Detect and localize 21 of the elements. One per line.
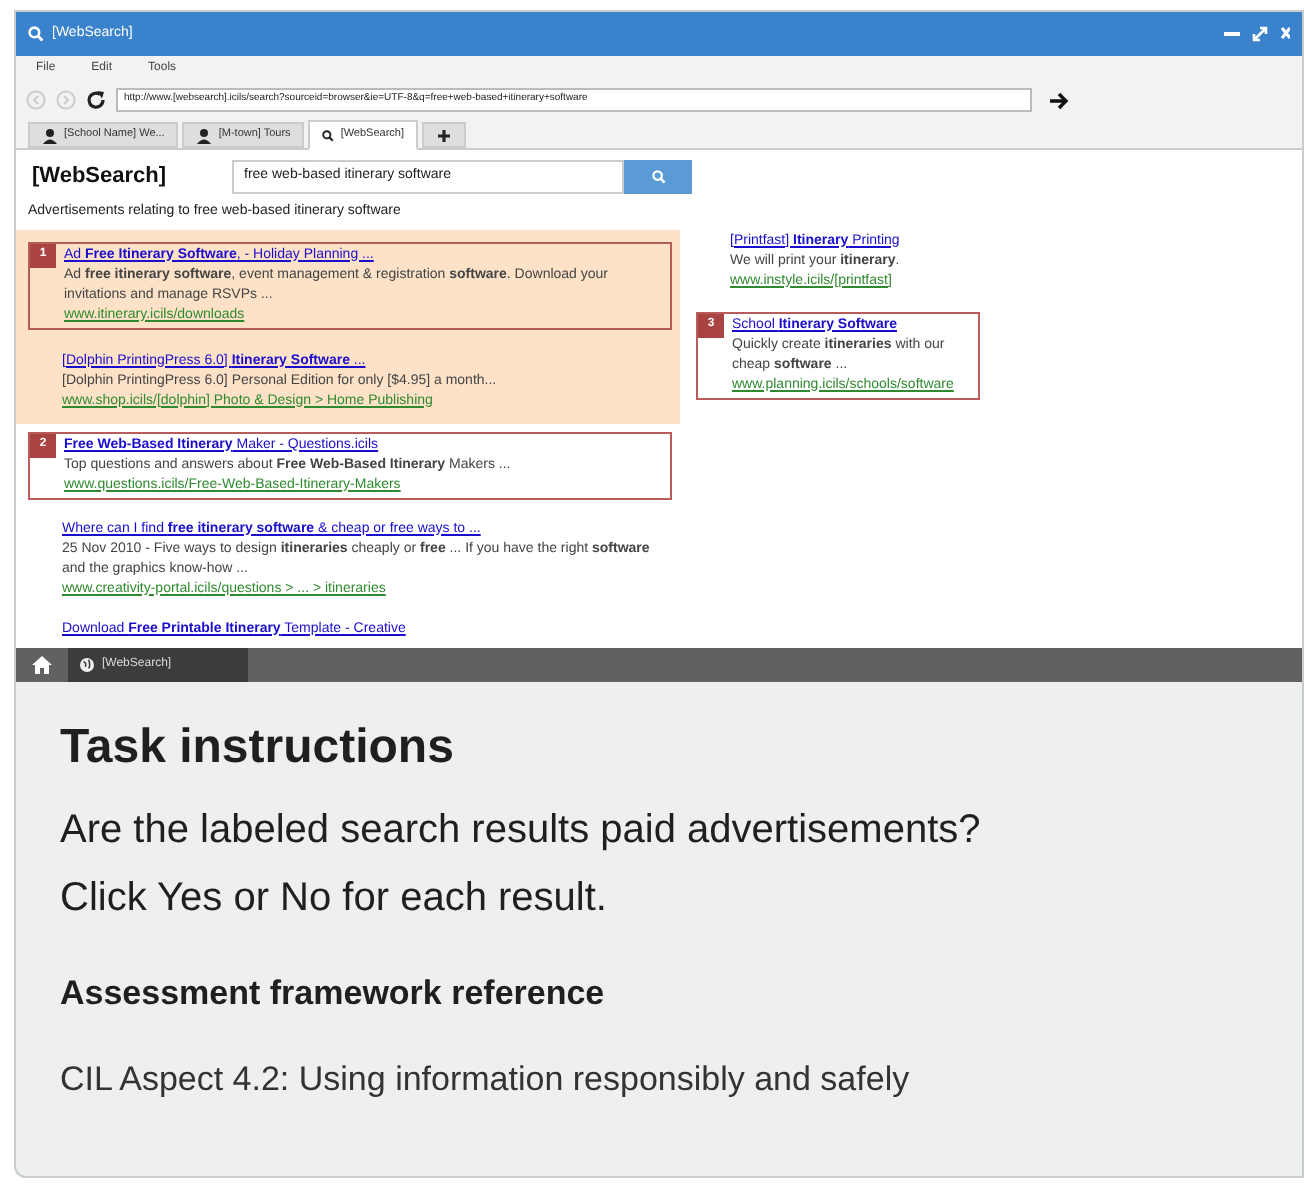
- go-arrow-icon[interactable]: [1050, 91, 1070, 109]
- reload-icon[interactable]: [86, 90, 106, 110]
- search-icon: [651, 170, 665, 184]
- instruction-text: Click Yes or No for each result.: [60, 874, 609, 924]
- minimize-icon[interactable]: [1224, 26, 1240, 42]
- task-heading: Task instructions: [60, 718, 456, 778]
- home-icon[interactable]: [32, 656, 52, 674]
- site-logo: [WebSearch]: [32, 162, 169, 193]
- maximize-icon[interactable]: [1252, 26, 1268, 42]
- search-icon: [322, 129, 335, 141]
- person-icon: [196, 127, 213, 143]
- instruction-text: Are the labeled search results paid advertisements?: [60, 806, 983, 856]
- globe-icon: [80, 658, 94, 672]
- person-icon: [42, 127, 58, 143]
- search-button[interactable]: [624, 160, 692, 194]
- search-icon: [28, 26, 44, 42]
- reference-heading: Assessment framework reference: [60, 972, 607, 1016]
- close-icon[interactable]: [1280, 26, 1290, 42]
- plus-icon: [438, 129, 451, 141]
- new-tab-button[interactable]: [422, 122, 467, 148]
- reference-text: CIL Aspect 4.2: Using information responsibly and safely: [60, 1057, 912, 1101]
